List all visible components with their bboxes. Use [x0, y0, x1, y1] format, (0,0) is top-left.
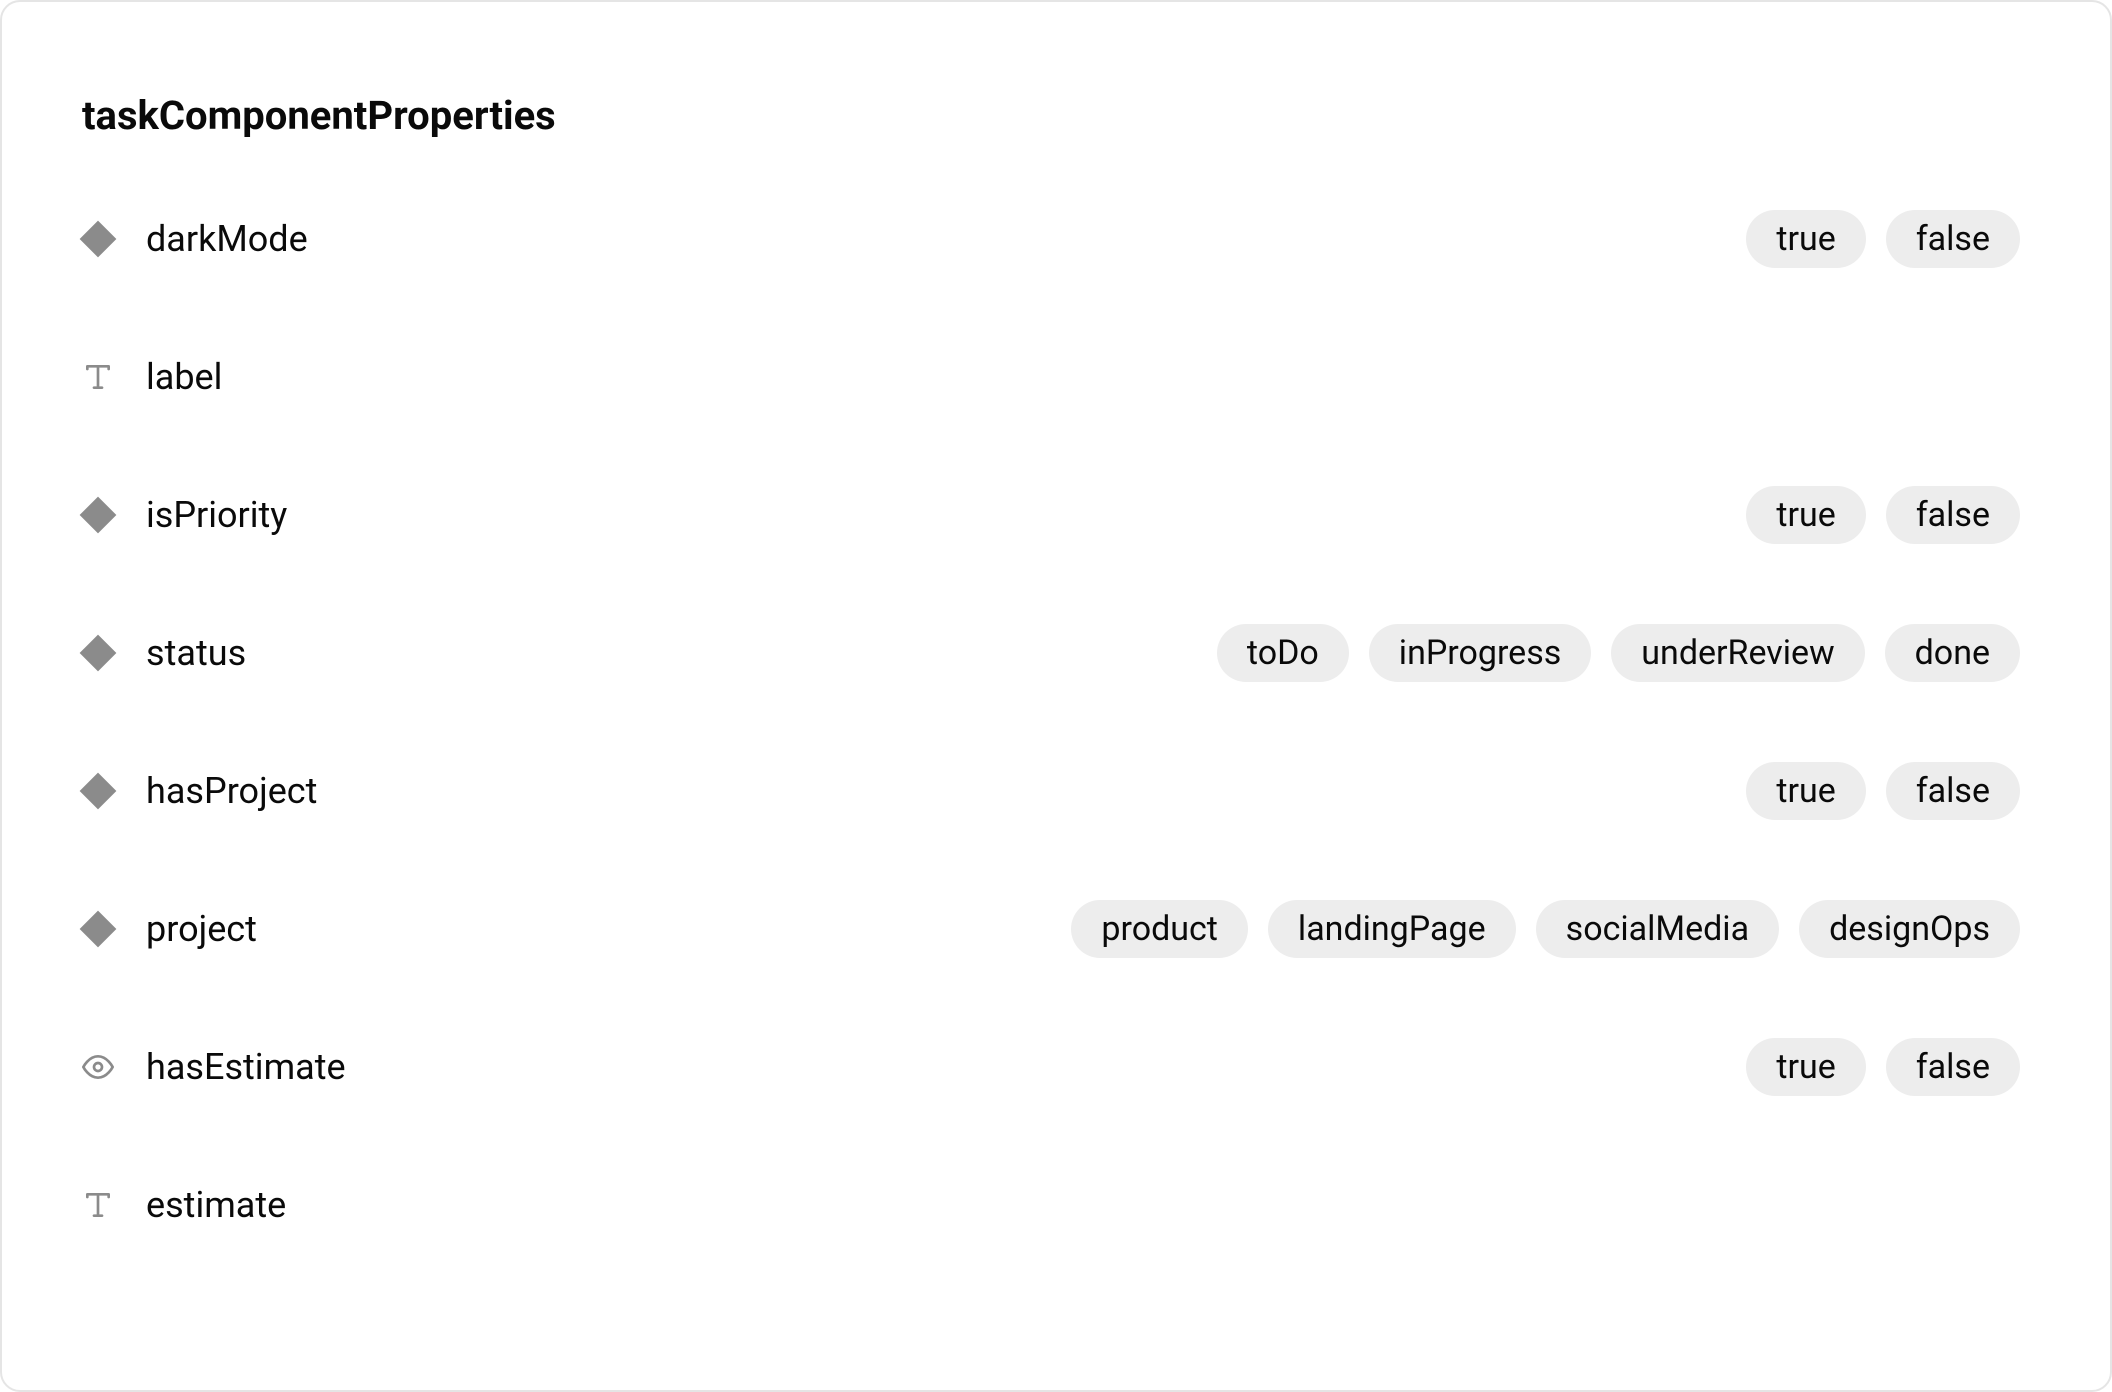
- option-pill[interactable]: landingPage: [1268, 900, 1516, 958]
- option-pill[interactable]: true: [1746, 1038, 1865, 1096]
- option-pill[interactable]: true: [1746, 210, 1865, 268]
- property-options: true false: [1746, 486, 2020, 544]
- property-row: darkMode true false: [82, 209, 2020, 269]
- property-options: true false: [1746, 762, 2020, 820]
- option-pill[interactable]: toDo: [1217, 624, 1349, 682]
- property-left: estimate: [82, 1184, 286, 1226]
- property-left: hasProject: [82, 770, 317, 812]
- variant-icon: [82, 913, 114, 945]
- property-row: project product landingPage socialMedia desi…: [82, 899, 2020, 959]
- property-name: darkMode: [146, 218, 308, 260]
- property-row: isPriority true false: [82, 485, 2020, 545]
- property-name: project: [146, 908, 257, 950]
- property-name: hasProject: [146, 770, 317, 812]
- option-pill[interactable]: underReview: [1611, 624, 1864, 682]
- property-name: label: [146, 356, 222, 398]
- option-pill[interactable]: false: [1886, 762, 2020, 820]
- panel-title: taskComponentProperties: [82, 92, 2020, 139]
- property-left: isPriority: [82, 494, 287, 536]
- option-pill[interactable]: false: [1886, 1038, 2020, 1096]
- variant-icon: [82, 775, 114, 807]
- option-pill[interactable]: false: [1886, 210, 2020, 268]
- option-pill[interactable]: false: [1886, 486, 2020, 544]
- option-pill[interactable]: inProgress: [1369, 624, 1592, 682]
- option-pill[interactable]: done: [1885, 624, 2020, 682]
- property-left: hasEstimate: [82, 1046, 346, 1088]
- option-pill[interactable]: socialMedia: [1536, 900, 1779, 958]
- property-left: project: [82, 908, 257, 950]
- property-left: label: [82, 356, 222, 398]
- property-row: status toDo inProgress underReview done: [82, 623, 2020, 683]
- property-name: status: [146, 632, 246, 674]
- option-pill[interactable]: true: [1746, 486, 1865, 544]
- properties-panel: taskComponentProperties darkMode true fals…: [0, 0, 2112, 1392]
- property-row: estimate: [82, 1175, 2020, 1235]
- text-icon: [82, 1189, 114, 1221]
- property-row: label: [82, 347, 2020, 407]
- property-options: toDo inProgress underReview done: [1217, 624, 2020, 682]
- property-options: product landingPage socialMedia designOps: [1071, 900, 2020, 958]
- option-pill[interactable]: designOps: [1799, 900, 2020, 958]
- property-name: hasEstimate: [146, 1046, 346, 1088]
- property-name: isPriority: [146, 494, 287, 536]
- property-left: status: [82, 632, 246, 674]
- property-options: true false: [1746, 1038, 2020, 1096]
- property-left: darkMode: [82, 218, 308, 260]
- property-row: hasEstimate true false: [82, 1037, 2020, 1097]
- boolean-icon: [82, 1051, 114, 1083]
- property-options: true false: [1746, 210, 2020, 268]
- variant-icon: [82, 637, 114, 669]
- variant-icon: [82, 499, 114, 531]
- property-row: hasProject true false: [82, 761, 2020, 821]
- property-name: estimate: [146, 1184, 286, 1226]
- properties-list: darkMode true false label isPriority true fals…: [82, 209, 2020, 1235]
- option-pill[interactable]: true: [1746, 762, 1865, 820]
- text-icon: [82, 361, 114, 393]
- option-pill[interactable]: product: [1071, 900, 1248, 958]
- variant-icon: [82, 223, 114, 255]
